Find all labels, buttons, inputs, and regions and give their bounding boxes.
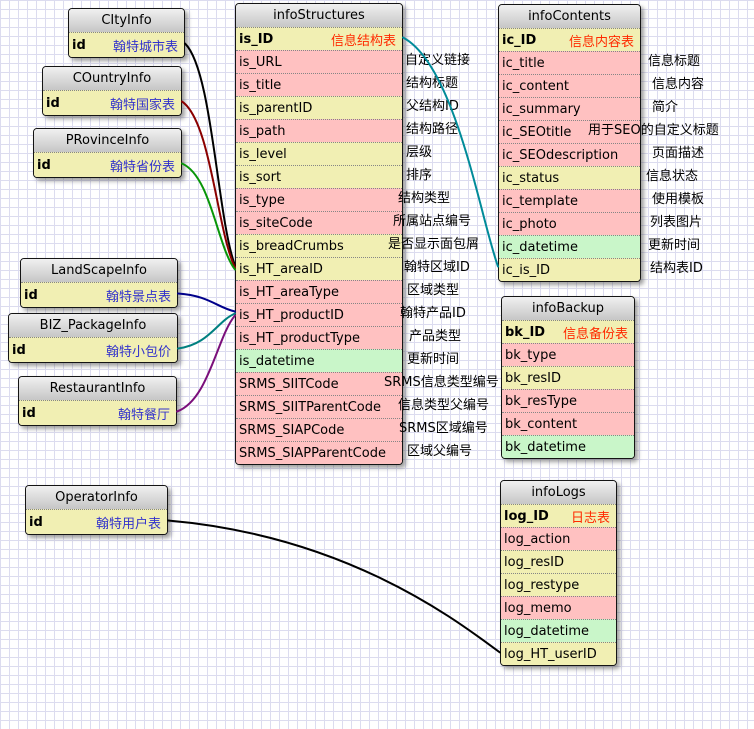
field-note-ic_photo: 列表图片 <box>650 215 702 231</box>
field-note-ic_summary: 简介 <box>652 100 678 116</box>
field-note-is_HT_productID: 翰特产品ID <box>400 306 466 322</box>
field-note-is_HT_areaID: 翰特区域ID <box>404 260 470 276</box>
field-note-ic_SEOdescription: 页面描述 <box>652 146 704 162</box>
notes-layer: 自定义链接结构标题父结构ID结构路径层级排序结构类型所属站点编号是否显示面包屑翰… <box>0 0 754 729</box>
field-note-is_sort: 排序 <box>406 168 432 184</box>
field-note-is_path: 结构路径 <box>406 122 458 138</box>
field-note-is_level: 层级 <box>406 145 432 161</box>
field-note-is_title: 结构标题 <box>406 76 458 92</box>
diagram-canvas: CItyInfoid翰特城市表COuntryInfoid翰特国家表PRovinc… <box>0 0 754 729</box>
field-note-ic_is_ID: 结构表ID <box>650 261 703 277</box>
field-note-is_siteCode: 所属站点编号 <box>393 214 471 230</box>
field-note-is_HT_areaType: 区域类型 <box>407 283 459 299</box>
field-note-is_URL: 自定义链接 <box>405 53 470 69</box>
field-note-SRMS_SIITParentCode: 信息类型父编号 <box>398 398 489 414</box>
field-note-ic_status: 信息状态 <box>646 169 698 185</box>
field-note-ic_content: 信息内容 <box>652 77 704 93</box>
field-note-is_breadCrumbs: 是否显示面包屑 <box>388 237 479 253</box>
field-note-SRMS_SIITCode: SRMS信息类型编号 <box>384 375 499 391</box>
field-note-SRMS_SIAPParentCode: 区域父编号 <box>407 444 472 460</box>
field-note-is_datetime: 更新时间 <box>407 352 459 368</box>
field-note-ic_datetime: 更新时间 <box>648 238 700 254</box>
field-note-is_type: 结构类型 <box>398 191 450 207</box>
field-note-is_parentID: 父结构ID <box>406 99 459 115</box>
field-note-SRMS_SIAPCode: SRMS区域编号 <box>399 421 488 437</box>
field-note-ic_SEOtitle: 用于SEO的自定义标题 <box>588 123 719 139</box>
field-note-is_HT_productType: 产品类型 <box>409 329 461 345</box>
field-note-ic_title: 信息标题 <box>648 54 700 70</box>
field-note-ic_template: 使用模板 <box>652 192 704 208</box>
